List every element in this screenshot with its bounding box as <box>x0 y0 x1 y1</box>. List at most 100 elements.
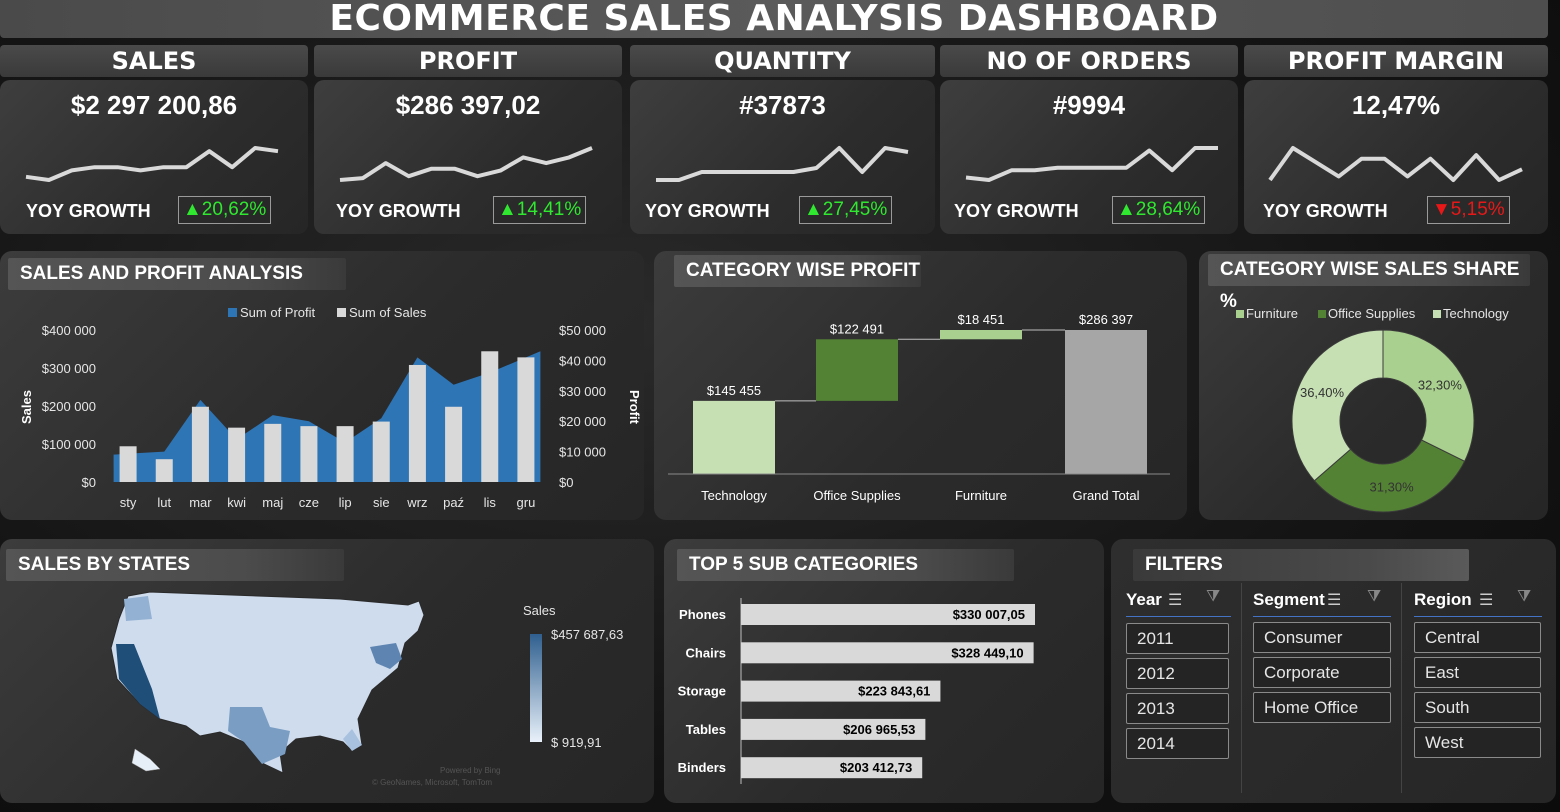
donut-slice <box>1291 329 1384 482</box>
region-west-item[interactable]: West <box>1414 727 1541 758</box>
kpi-quantity-card: #37873 YOY GROWTH ▲27,45% <box>630 80 935 234</box>
sales-bar <box>372 421 390 482</box>
top5-category-label: Phones <box>679 607 726 622</box>
multi-select-icon[interactable]: ☰ <box>1327 590 1341 610</box>
donut-legend-label: Office Supplies <box>1328 306 1416 321</box>
waterfall-value-label: $18 451 <box>958 312 1005 327</box>
kpi-sparkline <box>339 146 593 182</box>
sales-bar <box>228 427 246 482</box>
x-tick-label: wrz <box>406 495 427 510</box>
year-2012-item[interactable]: 2012 <box>1126 658 1229 689</box>
alaska-state <box>131 748 161 772</box>
yoy-label: YOY GROWTH <box>1263 201 1388 221</box>
yoy-label: YOY GROWTH <box>26 201 151 221</box>
region-south-item[interactable]: South <box>1414 692 1541 723</box>
yoy-label: YOY GROWTH <box>645 201 770 221</box>
kpi-value: 12,47% <box>1351 90 1441 120</box>
x-tick-label: paź <box>443 495 464 510</box>
category-share-chart: 32,30% 31,30% 36,40% Furniture Office Suppli… <box>1236 306 1509 513</box>
y-tick-right: $20 000 <box>559 414 606 429</box>
kpi-sales-header: SALES <box>0 45 308 77</box>
waterfall-value-label: $145 455 <box>707 383 761 398</box>
filters-title: FILTERS <box>1133 549 1469 581</box>
x-tick-label: lut <box>157 495 171 510</box>
clear-filter-icon[interactable]: ⧩ <box>1206 588 1220 606</box>
waterfall-category-label: Grand Total <box>1073 488 1140 503</box>
top5-chart: Phones $330 007,05 Chairs $328 449,10 Storag… <box>678 598 1035 784</box>
legend-sales-swatch <box>337 308 346 317</box>
donut-slice <box>1382 329 1475 462</box>
segment-home-office-item[interactable]: Home Office <box>1253 692 1391 723</box>
x-tick-label: mar <box>189 495 212 510</box>
yoy-growth-badge: ▼5,15% <box>1427 196 1510 224</box>
clear-filter-icon[interactable]: ⧩ <box>1367 588 1381 606</box>
donut-percent-label: 32,30% <box>1418 378 1463 393</box>
kpi-sparkline <box>25 146 279 182</box>
kpi-orders-card: #9994 YOY GROWTH ▲28,64% <box>940 80 1238 234</box>
x-tick-label: sty <box>120 495 137 510</box>
y-tick-right: $40 000 <box>559 353 606 368</box>
waterfall-category-label: Technology <box>701 488 767 503</box>
sales-bar <box>445 406 463 482</box>
dashboard-title: ECOMMERCE SALES ANALYSIS DASHBOARD <box>0 0 1548 38</box>
x-tick-label: gru <box>517 495 536 510</box>
yoy-growth-badge: ▲27,45% <box>799 196 893 224</box>
donut-legend-label: Technology <box>1443 306 1509 321</box>
segment-corporate-item[interactable]: Corporate <box>1253 657 1391 688</box>
top5-category-label: Tables <box>686 722 726 737</box>
waterfall-bar <box>940 330 1022 340</box>
region-east-item[interactable]: East <box>1414 657 1541 688</box>
top5-category-label: Binders <box>678 760 726 775</box>
sales-bar <box>264 423 282 482</box>
top5-value-label: $330 007,05 <box>953 607 1025 622</box>
yoy-growth-badge: ▲28,64% <box>1112 196 1206 224</box>
year-2013-item[interactable]: 2013 <box>1126 693 1229 724</box>
profit-area <box>113 351 541 482</box>
segment-slicer-label: Segment <box>1253 590 1325 609</box>
multi-select-icon[interactable]: ☰ <box>1168 590 1182 610</box>
donut-percent-label: 31,30% <box>1370 479 1415 494</box>
waterfall-bar <box>693 400 775 474</box>
y-tick-left: $100 000 <box>42 437 96 452</box>
top5-category-label: Chairs <box>686 645 726 660</box>
yoy-growth-badge: ▲20,62% <box>178 196 272 224</box>
segment-consumer-item[interactable]: Consumer <box>1253 622 1391 653</box>
legend-profit: Sum of Profit <box>240 305 316 320</box>
sales-bar <box>300 426 318 482</box>
slicer-underline <box>1126 616 1231 617</box>
kpi-sales-card: $2 297 200,86 YOY GROWTH ▲20,62% <box>0 80 308 234</box>
year-2011-item[interactable]: 2011 <box>1126 623 1229 654</box>
sales-bar <box>155 459 173 482</box>
kpi-profit-header: PROFIT <box>314 45 622 77</box>
y-tick-left: $400 000 <box>42 323 96 338</box>
yoy-label: YOY GROWTH <box>954 201 1079 221</box>
sparkline-path <box>965 146 1218 182</box>
sparkline-path <box>339 146 593 182</box>
kpi-profit-card: $286 397,02 YOY GROWTH ▲14,41% <box>314 80 622 234</box>
kpi-sparkline <box>965 146 1218 182</box>
y-tick-right: $0 <box>559 475 573 490</box>
region-central-item[interactable]: Central <box>1414 622 1541 653</box>
sparkline-path <box>656 146 909 182</box>
x-tick-label: sie <box>373 495 390 510</box>
top5-value-label: $328 449,10 <box>951 645 1023 660</box>
waterfall-category-label: Furniture <box>955 488 1007 503</box>
kpi-quantity-header: QUANTITY <box>630 45 935 77</box>
kpi-margin-card: 12,47% YOY GROWTH ▼5,15% <box>1244 80 1548 234</box>
year-2014-item[interactable]: 2014 <box>1126 728 1229 759</box>
yoy-growth-badge: ▲14,41% <box>493 196 587 224</box>
waterfall-value-label: $122 491 <box>830 321 884 336</box>
sales-bar <box>119 446 137 482</box>
map-legend-title: Sales <box>523 603 556 618</box>
multi-select-icon[interactable]: ☰ <box>1479 590 1493 610</box>
sparkline-path <box>25 146 279 182</box>
top5-value-label: $203 412,73 <box>840 760 912 775</box>
sales-bar <box>191 406 209 482</box>
clear-filter-icon[interactable]: ⧩ <box>1517 588 1531 606</box>
filter-divider <box>1241 583 1242 793</box>
map-legend-min: $ 919,91 <box>551 735 602 750</box>
us-map[interactable]: Sales $457 687,63 $ 919,91 Powered by Bi… <box>0 539 654 803</box>
x-tick-label: lis <box>484 495 497 510</box>
top5-category-label: Storage <box>678 684 726 699</box>
sales-bar <box>336 426 354 482</box>
